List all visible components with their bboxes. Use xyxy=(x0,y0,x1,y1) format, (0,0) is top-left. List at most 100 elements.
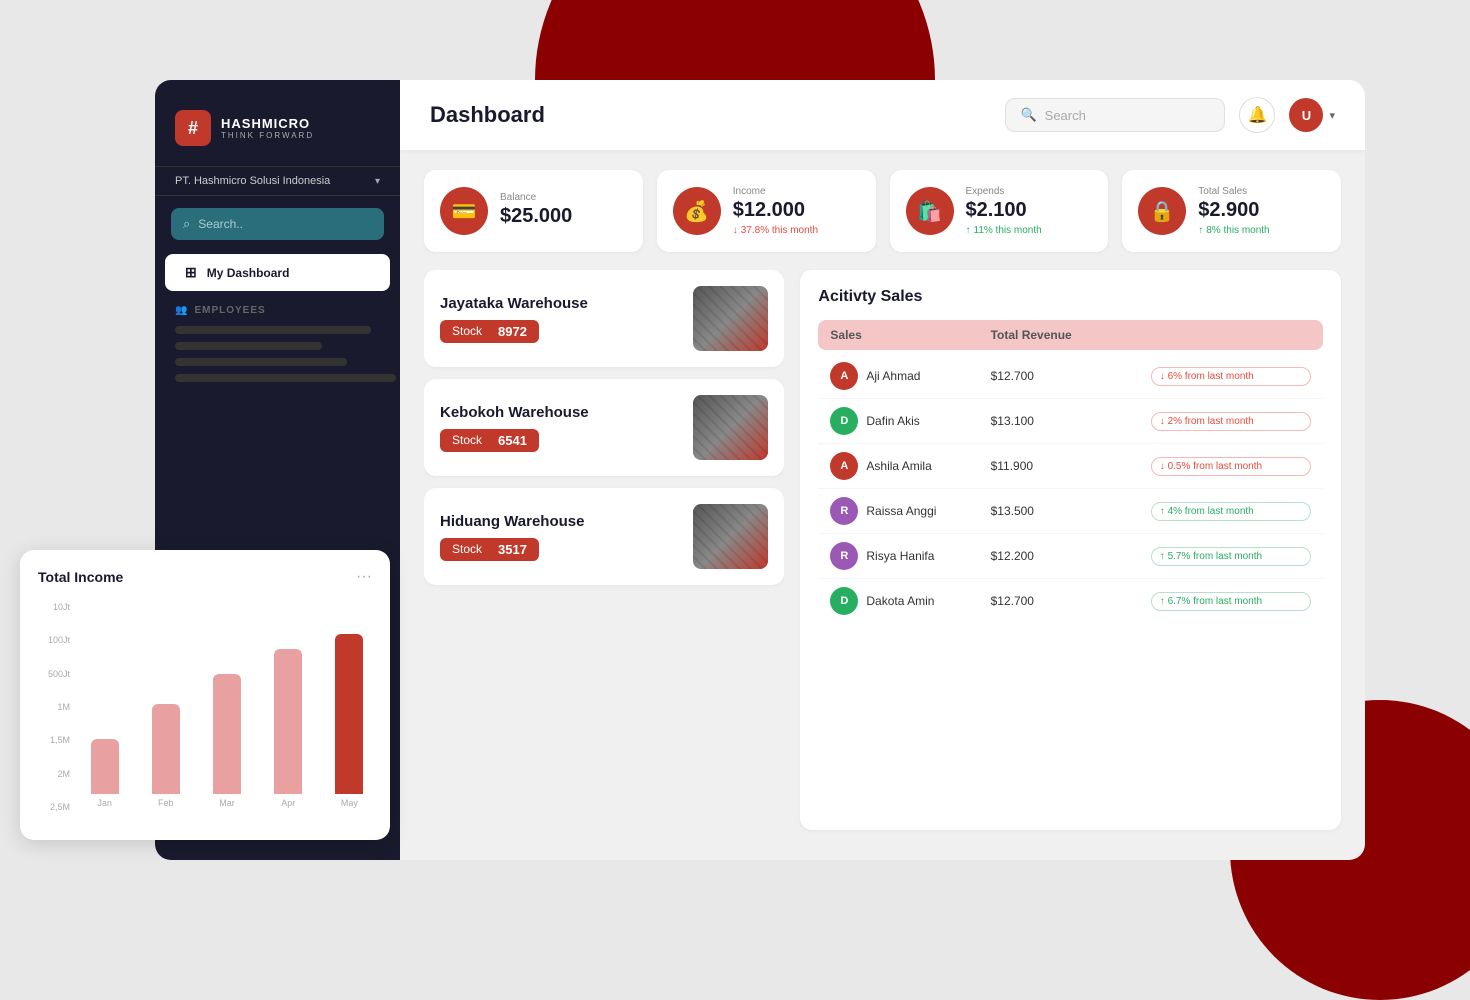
sales-change-dafin: ↓ 2% from last month xyxy=(1151,412,1311,431)
sales-revenue-raissa: $13.500 xyxy=(991,504,1151,518)
employees-icon: 👥 xyxy=(175,305,188,316)
income-change: ↓ 37.8% this month xyxy=(733,225,860,236)
lower-section: Jayataka Warehouse Stock 8972 Kebokoh Wa… xyxy=(424,270,1341,830)
total-sales-icon: 🔒 xyxy=(1138,187,1186,235)
logo-name: HASHMICRO xyxy=(221,116,314,131)
activity-row-raissa: R Raissa Anggi $13.500 ↑ 4% from last mo… xyxy=(818,489,1323,534)
warehouse-hiduang-info: Hiduang Warehouse Stock 3517 xyxy=(440,513,693,561)
activity-title: Acitivty Sales xyxy=(818,288,1323,306)
sales-avatar-ashila: A xyxy=(830,452,858,480)
sidebar-menu-bar-1 xyxy=(175,326,371,334)
sidebar-menu-bar-3 xyxy=(175,358,347,366)
sales-name-ashila: Ashila Amila xyxy=(866,459,931,473)
expends-change: ↑ 11% this month xyxy=(966,225,1093,236)
warehouse-hiduang-image xyxy=(693,504,768,569)
chart-area: 2,5M2M1,5M1M500Jt100Jt10Jt Jan Feb Mar A… xyxy=(38,602,372,812)
main-content: Dashboard 🔍 🔔 U ▾ 💳 Balanc xyxy=(400,80,1365,860)
total-sales-change: ↑ 8% this month xyxy=(1198,225,1325,236)
avatar: U xyxy=(1289,98,1323,132)
sales-name-raissa: Raissa Anggi xyxy=(866,504,936,518)
sales-change-aji: ↓ 6% from last month xyxy=(1151,367,1311,386)
dashboard-icon: ⊞ xyxy=(185,264,197,281)
logo-text: HASHMICRO THINK FORWARD xyxy=(221,116,314,140)
chart-bar-Apr: Apr xyxy=(266,649,311,808)
chart-bar-Jan: Jan xyxy=(82,739,127,808)
header-search-container: 🔍 xyxy=(1005,98,1225,132)
chart-y-label: 1M xyxy=(38,702,70,712)
sales-change-risya: ↑ 5.7% from last month xyxy=(1151,547,1311,566)
warehouse-card-kebokoh: Kebokoh Warehouse Stock 6541 xyxy=(424,379,784,476)
total-sales-label: Total Sales xyxy=(1198,186,1325,197)
chart-bars-container: Jan Feb Mar Apr May xyxy=(82,602,372,812)
chart-bar-May: May xyxy=(327,634,372,808)
company-dropdown-icon: ▾ xyxy=(375,176,380,187)
warehouse-jayataka-stock: Stock 8972 xyxy=(440,320,539,343)
warehouse-kebokoh-image xyxy=(693,395,768,460)
col-header-sales: Sales xyxy=(830,328,990,342)
stat-cards-grid: 💳 Balance $25.000 💰 Income $12.000 ↓ 37.… xyxy=(424,170,1341,252)
chart-y-label: 10Jt xyxy=(38,602,70,612)
header: Dashboard 🔍 🔔 U ▾ xyxy=(400,80,1365,150)
activity-row-ashila: A Ashila Amila $11.900 ↓ 0.5% from last … xyxy=(818,444,1323,489)
warehouse-jayataka-name: Jayataka Warehouse xyxy=(440,295,693,312)
sales-avatar-raissa: R xyxy=(830,497,858,525)
balance-info: Balance $25.000 xyxy=(500,192,627,231)
total-sales-value: $2.900 xyxy=(1198,199,1325,222)
sales-revenue-dakota: $12.700 xyxy=(991,594,1151,608)
sales-revenue-ashila: $11.900 xyxy=(991,459,1151,473)
header-search-input[interactable] xyxy=(1045,108,1211,123)
activity-row-dakota: D Dakota Amin $12.700 ↑ 6.7% from last m… xyxy=(818,579,1323,623)
sales-name-dakota: Dakota Amin xyxy=(866,594,934,608)
expends-change-arrow: ↑ xyxy=(966,225,971,236)
sidebar-company[interactable]: PT. Hashmicro Solusi Indonesia ▾ xyxy=(155,166,400,196)
bar-label-Apr: Apr xyxy=(281,798,295,808)
page-title: Dashboard xyxy=(430,102,545,128)
expends-info: Expends $2.100 ↑ 11% this month xyxy=(966,186,1093,236)
activity-sales-panel: Acitivty Sales Sales Total Revenue A Aji… xyxy=(800,270,1341,830)
chart-title: Total Income xyxy=(38,569,123,585)
chart-card: Total Income ··· 2,5M2M1,5M1M500Jt100Jt1… xyxy=(20,550,390,840)
income-info: Income $12.000 ↓ 37.8% this month xyxy=(733,186,860,236)
sales-person-dafin: D Dafin Akis xyxy=(830,407,990,435)
bar-fill-Mar xyxy=(213,674,241,794)
sales-person-aji: A Aji Ahmad xyxy=(830,362,990,390)
chart-y-label: 500Jt xyxy=(38,669,70,679)
sales-change-dakota: ↑ 6.7% from last month xyxy=(1151,592,1311,611)
header-search-icon: 🔍 xyxy=(1020,107,1036,123)
activity-rows: A Aji Ahmad $12.700 ↓ 6% from last month… xyxy=(818,354,1323,623)
activity-table-header: Sales Total Revenue xyxy=(818,320,1323,350)
content-area: 💳 Balance $25.000 💰 Income $12.000 ↓ 37.… xyxy=(400,150,1365,860)
col-header-change xyxy=(1151,328,1311,342)
balance-icon: 💳 xyxy=(440,187,488,235)
warehouse-hiduang-name: Hiduang Warehouse xyxy=(440,513,693,530)
sales-revenue-aji: $12.700 xyxy=(991,369,1151,383)
chart-menu-button[interactable]: ··· xyxy=(356,568,372,586)
avatar-button[interactable]: U ▾ xyxy=(1289,98,1335,132)
warehouse-hiduang-stock: Stock 3517 xyxy=(440,538,539,561)
bar-label-Jan: Jan xyxy=(97,798,112,808)
stat-card-balance: 💳 Balance $25.000 xyxy=(424,170,643,252)
warehouse-jayataka-info: Jayataka Warehouse Stock 8972 xyxy=(440,295,693,343)
bars: Jan Feb Mar Apr May xyxy=(82,602,372,812)
sales-person-dakota: D Dakota Amin xyxy=(830,587,990,615)
warehouse-card-hiduang: Hiduang Warehouse Stock 3517 xyxy=(424,488,784,585)
stat-card-income: 💰 Income $12.000 ↓ 37.8% this month xyxy=(657,170,876,252)
warehouse-kebokoh-name: Kebokoh Warehouse xyxy=(440,404,693,421)
income-icon: 💰 xyxy=(673,187,721,235)
bar-fill-Feb xyxy=(152,704,180,794)
total-sales-change-arrow: ↑ xyxy=(1198,225,1203,236)
sidebar-item-dashboard[interactable]: ⊞ My Dashboard xyxy=(165,254,390,291)
sidebar-search-input[interactable] xyxy=(198,217,372,231)
notification-button[interactable]: 🔔 xyxy=(1239,97,1275,133)
sales-revenue-risya: $12.200 xyxy=(991,549,1151,563)
sales-change-ashila: ↓ 0.5% from last month xyxy=(1151,457,1311,476)
sidebar-item-label: My Dashboard xyxy=(207,266,290,280)
chart-y-label: 2M xyxy=(38,769,70,779)
sidebar-logo: # HASHMICRO THINK FORWARD xyxy=(155,100,400,166)
bar-fill-Jan xyxy=(91,739,119,794)
warehouse-card-jayataka: Jayataka Warehouse Stock 8972 xyxy=(424,270,784,367)
chart-y-label: 2,5M xyxy=(38,802,70,812)
stat-card-total-sales: 🔒 Total Sales $2.900 ↑ 8% this month xyxy=(1122,170,1341,252)
sales-name-aji: Aji Ahmad xyxy=(866,369,920,383)
sales-name-dafin: Dafin Akis xyxy=(866,414,919,428)
